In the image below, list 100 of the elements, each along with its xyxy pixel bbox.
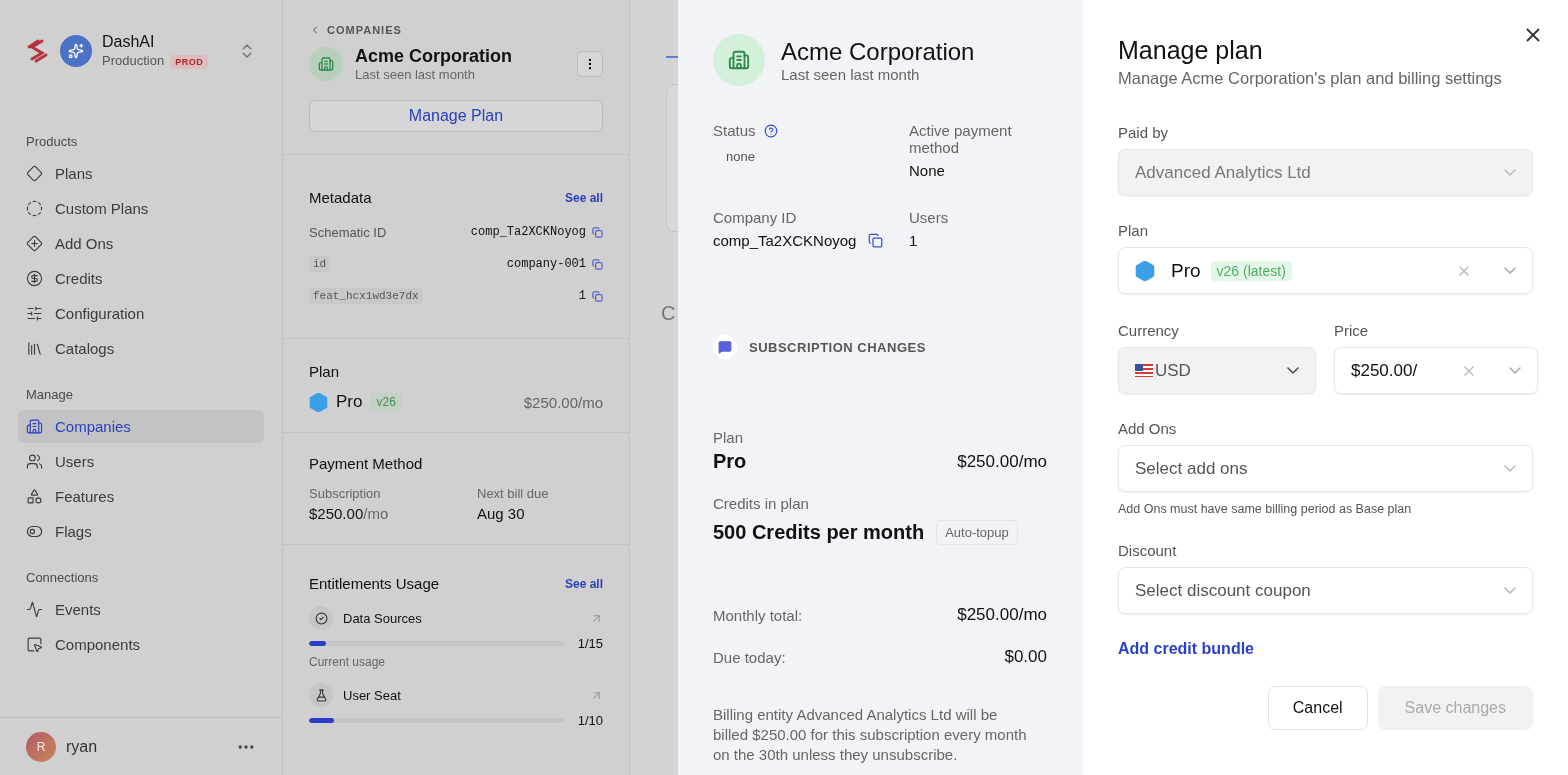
nav-icon <box>26 340 43 357</box>
metadata-value: company-001 <box>506 257 586 271</box>
environment-label: Production <box>102 53 165 68</box>
detail-label: Active payment method <box>909 122 1013 156</box>
section-title: SUBSCRIPTION CHANGES <box>749 339 926 355</box>
nav-icon <box>26 305 43 322</box>
nav-item[interactable]: Catalogs <box>18 332 264 365</box>
field-label: Price <box>1334 322 1370 339</box>
usage-count: 1/10 <box>577 713 603 728</box>
dialog-title: Manage plan <box>1118 36 1264 65</box>
copy-icon[interactable] <box>592 258 603 270</box>
price-input[interactable]: $250.00/ <box>1351 360 1441 381</box>
nav-icon <box>26 418 43 435</box>
credits-value: 500 Credits per month <box>713 521 925 544</box>
last-seen-text: Last seen last month <box>781 65 921 83</box>
add-credit-bundle-link[interactable]: Add credit bundle <box>1118 640 1533 658</box>
plan-price: $250.00/mo <box>523 393 603 411</box>
nav-item[interactable]: Custom Plans <box>18 192 264 225</box>
nav-item[interactable]: Features <box>18 480 264 513</box>
logo-icon <box>26 38 50 64</box>
nav-item[interactable]: Components <box>18 628 264 661</box>
plan-price: $250.00/mo <box>957 451 1047 472</box>
chevron-down-icon <box>1504 587 1516 594</box>
last-seen-text: Last seen last month <box>355 67 476 82</box>
help-icon[interactable] <box>763 123 778 138</box>
nav-icon <box>26 636 43 653</box>
nav-icon <box>26 523 43 540</box>
total-value: $0.00 <box>1004 647 1047 667</box>
user-avatar: R <box>26 731 56 762</box>
environment-badge: PROD <box>170 55 209 69</box>
workspace-avatar <box>60 35 92 67</box>
feature-icon <box>309 683 333 707</box>
auto-topup-tag: Auto-topup <box>936 520 1018 545</box>
total-label: Due today: <box>713 648 786 666</box>
nav-item[interactable]: Events <box>18 593 264 626</box>
cancel-button[interactable]: Cancel <box>1267 686 1368 730</box>
price-select[interactable]: $250.00/ <box>1334 347 1538 394</box>
section-heading: C <box>661 302 677 325</box>
plan-name: Pro <box>1171 259 1201 282</box>
nav-icon <box>26 601 43 618</box>
metadata-key: feat_hcx1wd3e7dx <box>309 288 423 304</box>
detail-value: 1 <box>909 232 919 249</box>
help-text: Add Ons must have same billing period as Base plan <box>1118 502 1413 516</box>
nav-icon <box>26 165 43 182</box>
nav-item[interactable]: Users <box>18 445 264 478</box>
copy-icon[interactable] <box>592 226 603 238</box>
see-all-link[interactable]: See all <box>564 190 603 205</box>
plan-name: Pro <box>336 392 363 412</box>
nav-icon <box>26 235 43 252</box>
breadcrumb-link[interactable]: COMPANIES <box>309 24 603 36</box>
company-icon <box>713 34 765 86</box>
metadata-key: Schematic ID <box>309 224 387 240</box>
version-tag: v26 (latest) <box>1210 260 1292 281</box>
section-title: Payment Method <box>309 455 424 472</box>
nav-item[interactable]: Plans <box>18 157 264 190</box>
metadata-value: 1 <box>578 289 586 303</box>
copy-icon[interactable] <box>868 233 884 248</box>
company-icon <box>309 47 343 81</box>
detail-value: None <box>909 162 946 179</box>
nav-icon <box>26 453 43 470</box>
plan-select[interactable]: Pro v26 (latest) <box>1118 247 1533 294</box>
nav-icon <box>26 270 43 287</box>
chevron-down-icon <box>1504 465 1516 472</box>
nav-item[interactable]: Credits <box>18 262 264 295</box>
manage-plan-button[interactable]: Manage Plan <box>309 100 603 132</box>
feature-name: User Seat <box>343 687 402 703</box>
detail-label: Company ID <box>713 209 798 226</box>
section-title: Metadata <box>309 189 372 206</box>
detail-label: Users <box>909 209 950 226</box>
dialog-subtitle: Manage Acme Corporation's plan and billing settings <box>1118 69 1503 88</box>
company-name: Acme Corporation <box>355 46 513 67</box>
feature-name: Data Sources <box>343 610 423 626</box>
nav-item[interactable]: Configuration <box>18 297 264 330</box>
plan-label: Plan <box>713 429 745 446</box>
field-value: $250.00/mo <box>309 505 390 522</box>
total-value: $250.00/mo <box>957 605 1047 625</box>
workspace-name: DashAI <box>102 33 156 51</box>
nav-section-title: Manage <box>25 387 74 402</box>
field-label: Currency <box>1118 322 1180 339</box>
chevron-down-icon <box>1504 267 1516 274</box>
nav-section-title: Products <box>25 134 79 149</box>
copy-icon[interactable] <box>592 290 603 302</box>
nav-icon <box>26 200 43 217</box>
nav-item[interactable]: Flags <box>18 515 264 548</box>
chevron-down-icon <box>1504 169 1516 176</box>
chevron-down-icon <box>1287 367 1299 374</box>
chevron-down-icon <box>1509 367 1521 374</box>
discount-select[interactable]: Select discount coupon <box>1118 567 1533 614</box>
nav-item[interactable]: Companies <box>18 410 264 443</box>
add-ons-select[interactable]: Select add ons <box>1118 445 1533 492</box>
field-label: Subscription <box>309 486 382 501</box>
see-all-link[interactable]: See all <box>564 576 603 591</box>
feature-icon <box>309 606 333 630</box>
plan-icon <box>1135 260 1155 281</box>
detail-label: Status <box>713 122 897 139</box>
status-value: none <box>725 148 756 166</box>
usage-count: 1/15 <box>577 636 603 651</box>
field-label: Plan <box>1118 222 1150 239</box>
nav-item[interactable]: Add Ons <box>18 227 264 260</box>
field-label: Add Ons <box>1118 420 1178 437</box>
